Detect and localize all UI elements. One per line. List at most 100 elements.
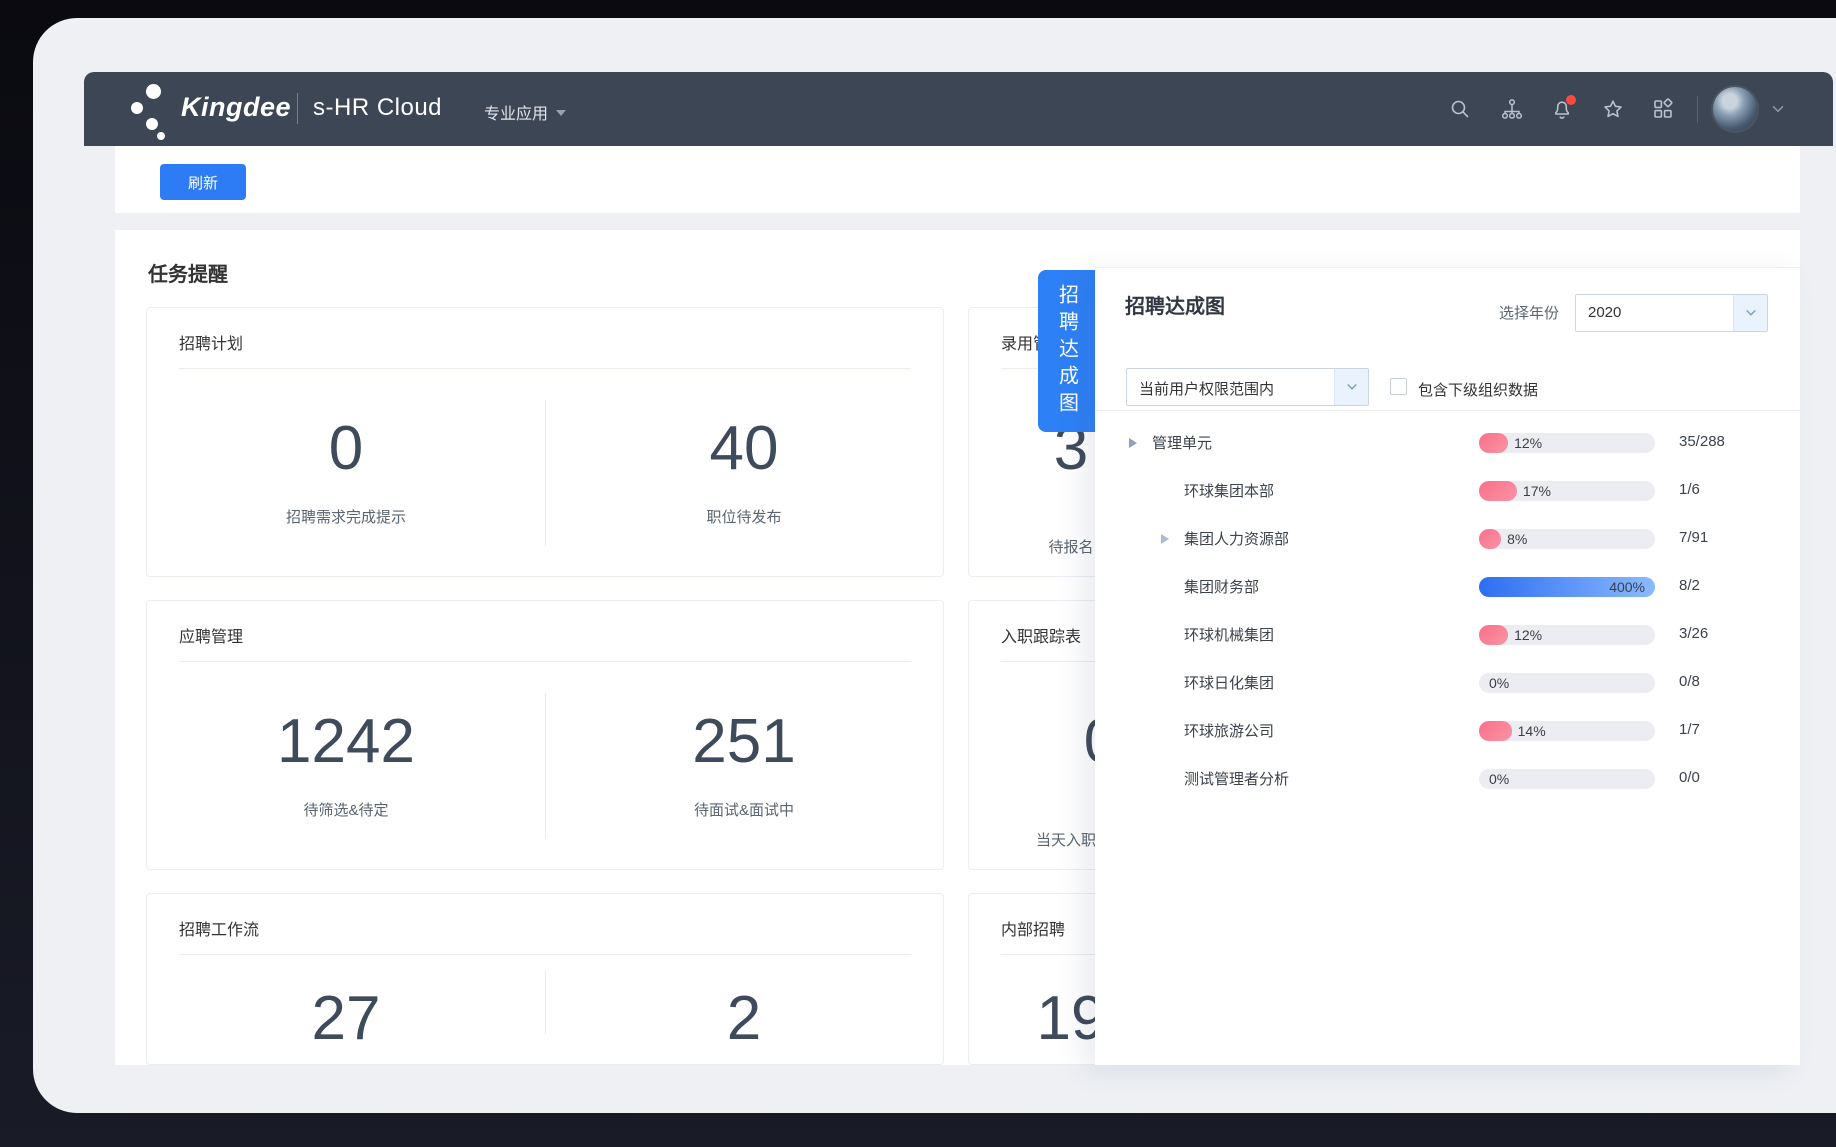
progress-fill [1479,529,1501,549]
tree-row[interactable]: 管理单元 12% 35/288 [1095,419,1800,467]
progress-ratio: 8/2 [1679,577,1700,594]
expand-arrow-icon[interactable] [1161,534,1169,544]
card-recruit-workflow: 招聘工作流 27 2 [146,893,944,1065]
stat-label: 职位待发布 [545,506,943,527]
brand-name: Kingdee [181,92,291,123]
org-name: 集团财务部 [1184,576,1259,597]
scope-select[interactable]: 当前用户权限范围内 [1126,368,1369,406]
menu-label: 专业应用 [484,106,548,123]
chevron-down-icon [556,110,566,116]
chevron-down-icon [1334,369,1368,405]
progress-ratio: 0/0 [1679,769,1700,786]
app-window: Kingdee s-HR Cloud 专业应用 [33,18,1836,1113]
stat-value: 40 [545,412,943,486]
progress-fill [1479,481,1517,501]
card-application-management: 应聘管理 1242 待筛选&待定 251 待面试&面试中 [146,600,944,870]
panel-title: 招聘达成图 [1125,290,1225,319]
progress-ratio: 3/26 [1679,625,1708,642]
page-title: 任务提醒 [148,258,228,287]
progress-ratio: 35/288 [1679,433,1725,450]
card-title: 招聘工作流 [179,916,259,940]
tree-row[interactable]: 集团人力资源部 8% 7/91 [1095,515,1800,563]
year-select[interactable]: 2020 [1575,294,1768,332]
achievement-panel-tab[interactable]: 招聘达成图 [1038,270,1096,432]
progress-track [1479,481,1655,501]
tree-row[interactable]: 环球日化集团 0% 0/8 [1095,659,1800,707]
year-select-label: 选择年份 [1499,302,1559,323]
progress-fill [1479,625,1508,645]
notification-badge [1566,95,1576,105]
tree-row[interactable]: 测试管理者分析 0% 0/0 [1095,755,1800,803]
achievement-tree: 管理单元12%35/288环球集团本部17%1/6集团人力资源部8%7/91集团… [1095,411,1800,1065]
card-title: 入职跟踪表 [1001,623,1081,647]
scope-select-value: 当前用户权限范围内 [1139,378,1274,399]
progress-ratio: 1/7 [1679,721,1700,738]
chevron-down-icon [1733,295,1767,331]
org-name: 环球日化集团 [1184,672,1274,693]
org-chart-icon[interactable] [1500,97,1524,121]
progress-percent: 400% [1609,579,1645,595]
notification-bell-icon[interactable] [1550,97,1574,121]
org-name: 集团人力资源部 [1184,528,1289,549]
tree-row[interactable]: 环球旅游公司 14% 1/7 [1095,707,1800,755]
product-name: s-HR Cloud [313,94,442,122]
progress-ratio: 0/8 [1679,673,1700,690]
org-name: 测试管理者分析 [1184,768,1289,789]
search-icon[interactable] [1448,97,1472,121]
stat-label: 招聘需求完成提示 [147,506,545,527]
progress-track [1479,529,1655,549]
achievement-panel: 招聘达成图 选择年份 2020 当前用户权限范围内 包含下级组织数据 管理单元 1… [1095,267,1800,1065]
stat-cell[interactable]: 251 待面试&面试中 [545,679,943,855]
stat-value: 1242 [147,705,545,779]
card-title: 招聘计划 [179,330,243,354]
progress-percent: 12% [1514,435,1542,451]
progress-track [1479,721,1655,741]
stat-value: 2 [545,982,943,1056]
tree-row[interactable]: 环球机械集团 12% 3/26 [1095,611,1800,659]
org-name: 管理单元 [1152,432,1212,453]
stat-value: 27 [147,982,545,1056]
org-name: 环球旅游公司 [1184,720,1274,741]
stat-cell[interactable]: 1242 待筛选&待定 [147,679,545,855]
progress-percent: 8% [1507,531,1527,547]
refresh-button[interactable]: 刷新 [160,164,246,200]
stat-label: 待筛选&待定 [147,799,545,820]
menu-professional-apps[interactable]: 专业应用 [484,100,566,124]
include-sub-org-checkbox[interactable] [1390,378,1407,395]
stat-cell[interactable]: 27 [147,956,545,1050]
stat-cell[interactable]: 2 [545,956,943,1050]
progress-percent: 0% [1489,771,1509,787]
progress-fill [1479,721,1512,741]
tree-row[interactable]: 环球集团本部17%1/6 [1095,467,1800,515]
screen: Kingdee s-HR Cloud 专业应用 [0,0,1836,1147]
navbar-divider [1697,96,1698,123]
progress-track [1479,625,1655,645]
card-title: 内部招聘 [1001,916,1065,940]
tab-label: 招聘达成图 [1053,284,1082,419]
user-avatar[interactable] [1713,87,1757,131]
tree-row[interactable]: 集团财务部 400% 8/2 [1095,563,1800,611]
card-recruit-plan: 招聘计划 0 招聘需求完成提示 40 职位待发布 [146,307,944,577]
brand-divider [297,93,298,124]
stat-cell[interactable]: 0 招聘需求完成提示 [147,386,545,562]
progress-percent: 17% [1523,483,1551,499]
checkbox-label: 包含下级组织数据 [1418,379,1538,400]
org-name: 环球机械集团 [1184,624,1274,645]
stat-cell[interactable]: 40 职位待发布 [545,386,943,562]
progress-percent: 14% [1518,723,1546,739]
top-navbar: Kingdee s-HR Cloud 专业应用 [84,72,1833,146]
progress-ratio: 1/6 [1679,481,1700,498]
stat-value: 251 [545,705,943,779]
chevron-down-icon[interactable] [1769,100,1787,118]
card-title: 应聘管理 [179,623,243,647]
toolbar: 刷新 [115,146,1800,213]
stat-value: 0 [147,412,545,486]
app-grid-icon[interactable] [1651,97,1675,121]
favorites-star-icon[interactable] [1601,97,1625,121]
progress-percent: 12% [1514,627,1542,643]
progress-fill [1479,433,1508,453]
progress-track [1479,433,1655,453]
progress-ratio: 7/91 [1679,529,1708,546]
progress-percent: 0% [1489,675,1509,691]
expand-arrow-icon[interactable] [1129,438,1137,448]
